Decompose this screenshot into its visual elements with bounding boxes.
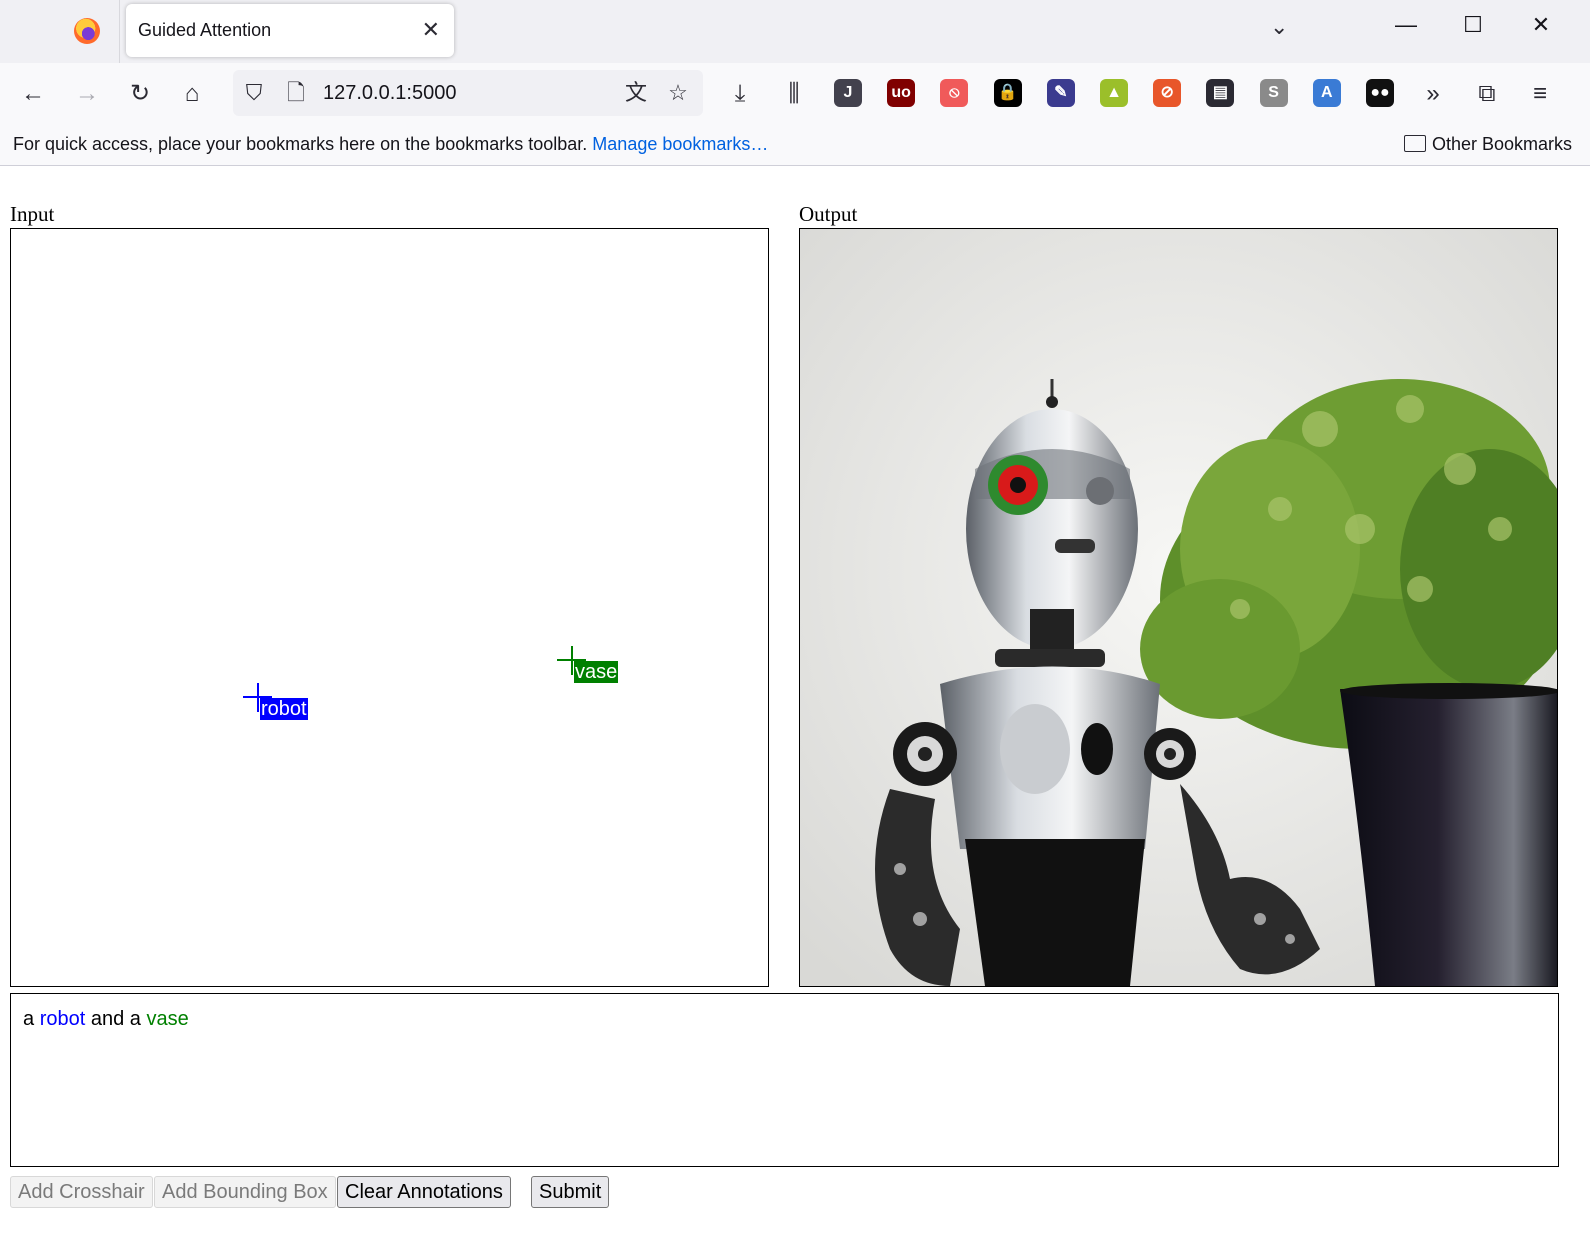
url-bar[interactable]: ⛉ 🗋 127.0.0.1:5000 文 ☆ bbox=[233, 70, 703, 116]
prompt-token-robot[interactable]: robot bbox=[40, 1008, 86, 1030]
output-image bbox=[799, 228, 1558, 987]
bookmarks-hint-text: For quick access, place your bookmarks h… bbox=[13, 134, 588, 154]
maximize-icon[interactable]: ☐ bbox=[1453, 12, 1493, 38]
add-bounding-box-button[interactable]: Add Bounding Box bbox=[154, 1176, 336, 1208]
bookmarks-hint: For quick access, place your bookmarks h… bbox=[13, 134, 768, 155]
ublock-icon[interactable]: uo bbox=[887, 79, 916, 107]
add-crosshair-button[interactable]: Add Crosshair bbox=[10, 1176, 153, 1208]
crosshair-vertical bbox=[257, 683, 259, 712]
s-extension-icon[interactable]: S bbox=[1259, 79, 1288, 107]
other-bookmarks-button[interactable]: Other Bookmarks bbox=[1403, 134, 1572, 155]
input-canvas[interactable]: robot vase bbox=[10, 228, 769, 987]
reload-icon[interactable]: ↻ bbox=[125, 79, 155, 109]
bookmarks-toolbar: For quick access, place your bookmarks h… bbox=[0, 125, 1590, 166]
translate-extension-icon[interactable]: A bbox=[1312, 79, 1341, 107]
forward-icon[interactable]: → bbox=[72, 79, 102, 109]
firefox-logo-icon[interactable] bbox=[74, 18, 100, 44]
eyedropper-icon[interactable]: ✎ bbox=[1046, 79, 1075, 107]
tampermonkey-icon[interactable]: ●● bbox=[1366, 79, 1394, 107]
close-window-icon[interactable]: ✕ bbox=[1521, 12, 1561, 38]
lock-extension-icon[interactable]: 🔒 bbox=[993, 79, 1022, 107]
more-tools-icon[interactable]: » bbox=[1418, 79, 1448, 109]
back-icon[interactable]: ← bbox=[18, 79, 48, 109]
prompt-word-and-a: and a bbox=[90, 1008, 141, 1030]
navigation-toolbar: ← → ↻ ⌂ ⛉ 🗋 127.0.0.1:5000 文 ☆ ⤓ ⫼ Juo ⦸ 🔒… bbox=[0, 63, 1590, 125]
tab-title: Guided Attention bbox=[138, 20, 272, 40]
plant-extension-icon[interactable]: ▲ bbox=[1100, 79, 1128, 107]
downloads-icon[interactable]: ⤓ bbox=[725, 79, 755, 109]
prompt-token-vase[interactable]: vase bbox=[146, 1008, 188, 1030]
privacy-shield-icon[interactable]: ⦸ bbox=[940, 79, 969, 107]
submit-button[interactable]: Submit bbox=[531, 1176, 610, 1208]
page-icon[interactable]: 🗋 bbox=[281, 78, 311, 108]
marker-label-vase: vase bbox=[574, 661, 619, 683]
folder-icon bbox=[1403, 135, 1426, 152]
other-bookmarks-label: Other Bookmarks bbox=[1431, 134, 1572, 154]
clear-annotations-button[interactable]: Clear Annotations bbox=[337, 1176, 511, 1208]
block-extension-icon[interactable]: ⊘ bbox=[1153, 79, 1182, 107]
tab-separator bbox=[119, 0, 120, 63]
prompt-input[interactable]: a robot and a vase bbox=[10, 993, 1559, 1167]
close-tab-icon[interactable]: ✕ bbox=[422, 15, 440, 45]
home-icon[interactable]: ⌂ bbox=[177, 79, 207, 109]
tab-strip: Guided Attention ✕ ⌄ — ☐ ✕ bbox=[0, 0, 1590, 63]
prompt-text: a robot and a vase bbox=[23, 1008, 189, 1031]
generated-image-robot-and-vase bbox=[800, 229, 1557, 986]
prompt-word-a: a bbox=[23, 1008, 35, 1030]
bookmark-star-icon[interactable]: ☆ bbox=[663, 78, 693, 108]
j-extension-icon[interactable]: J bbox=[834, 79, 862, 107]
tab-guided-attention[interactable]: Guided Attention ✕ bbox=[126, 4, 454, 57]
extensions-icon[interactable]: ⧉ bbox=[1472, 79, 1502, 109]
url-text[interactable]: 127.0.0.1:5000 bbox=[323, 82, 456, 105]
manage-bookmarks-link[interactable]: Manage bookmarks… bbox=[592, 134, 768, 154]
translate-icon[interactable]: 文 bbox=[621, 78, 651, 108]
reader-extension-icon[interactable]: ▤ bbox=[1206, 79, 1235, 107]
crosshair-vertical bbox=[571, 646, 573, 675]
menu-icon[interactable]: ≡ bbox=[1525, 79, 1555, 109]
library-icon[interactable]: ⫼ bbox=[779, 79, 809, 109]
chevron-down-icon[interactable]: ⌄ bbox=[1270, 14, 1288, 40]
output-label: Output bbox=[799, 202, 858, 226]
minimize-icon[interactable]: — bbox=[1386, 12, 1426, 38]
input-label: Input bbox=[10, 202, 55, 226]
marker-label-robot: robot bbox=[260, 698, 308, 720]
shield-icon[interactable]: ⛉ bbox=[239, 78, 269, 108]
